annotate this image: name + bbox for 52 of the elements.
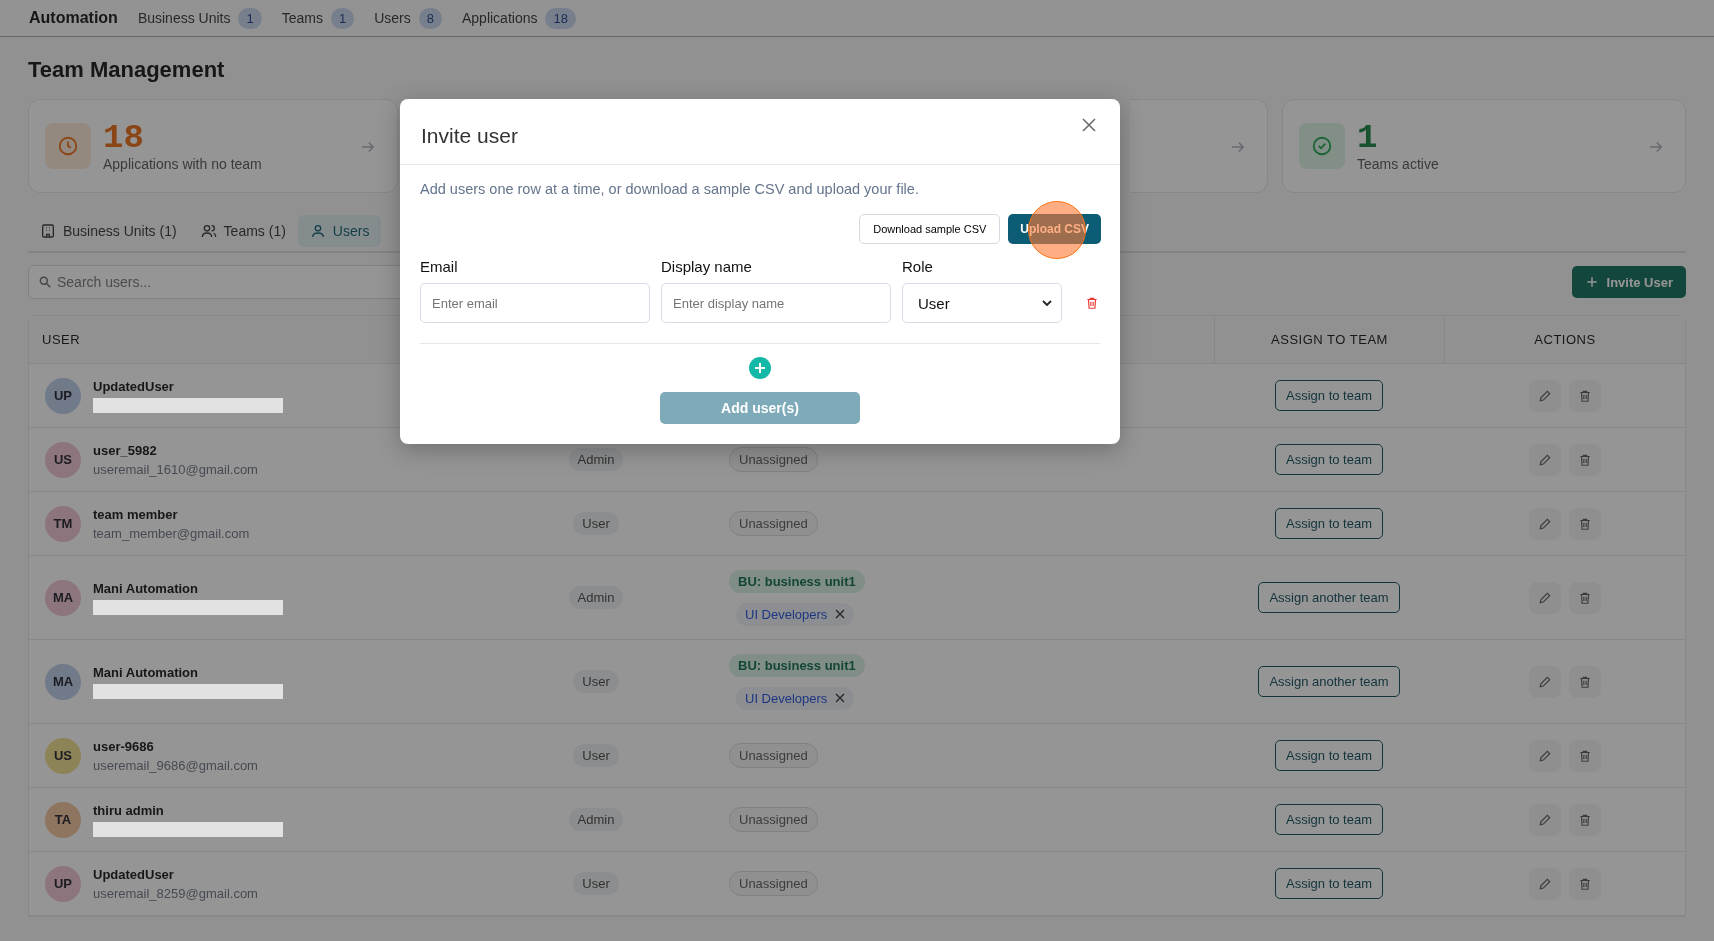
role-label: Admin [568,448,624,471]
count-badge: 18 [545,7,576,29]
count-badge: 1 [238,7,262,29]
user-email: useremail_1610@gmail.com [93,461,258,477]
avatar: US [45,737,81,774]
dialog-title: Invite user [421,123,518,148]
role-label: User [573,744,619,767]
stat-value: 1 [1357,120,1379,156]
user-email: team_member@gmail.com [93,525,250,541]
role-label: Admin [568,586,624,609]
avatar: MA [45,579,81,616]
avatar: TM [45,505,81,542]
user-name: user-9686 [93,738,155,754]
field-label: Role [902,258,934,275]
team-tag: Unassigned [729,871,818,896]
avatar: US [45,441,81,478]
team-tag: Unassigned [729,743,818,768]
stat-label: Applications with no team [103,156,262,172]
user-name: Mani Automation [93,664,199,680]
business-unit-tag: BU: business unit1 [729,653,865,677]
user-email: useremail_8259@gmail.com [93,885,258,901]
role-label: User [573,872,619,895]
user-email: useremail_9686@gmail.com [93,757,258,773]
column-header: ASSIGN TO TEAM [1271,332,1388,347]
team-name: UI Developers [745,606,828,622]
team-name: UI Developers [745,690,828,706]
user-name: UpdatedUser [93,866,175,882]
page-title: Team Management [28,57,226,83]
user-name: Mani Automation [93,580,199,596]
role-label: User [573,512,619,535]
team-tag: Unassigned [729,447,818,472]
business-unit-tag: BU: business unit1 [729,569,865,593]
user-name: thiru admin [93,802,165,818]
field-label: Display name [661,258,753,275]
column-header: ACTIONS [1534,332,1596,347]
avatar: UP [45,377,81,414]
user-name: UpdatedUser [93,378,175,394]
user-name: team member [93,506,179,522]
avatar: TA [45,801,81,838]
role-label: User [573,670,619,693]
role-label: Admin [568,808,624,831]
dialog-description: Add users one row at a time, or download a sample CSV and upload your file. [420,181,920,197]
count-badge: 1 [330,7,355,29]
team-tag: Unassigned [729,807,818,832]
team-tag: Unassigned [729,511,818,536]
user-name: user_5982 [93,442,158,458]
stat-label: Teams active [1357,156,1439,172]
avatar: MA [45,663,81,700]
count-badge: 8 [418,7,442,29]
avatar: UP [45,865,81,902]
column-header: USER [42,332,81,347]
stat-value: 18 [103,120,145,156]
